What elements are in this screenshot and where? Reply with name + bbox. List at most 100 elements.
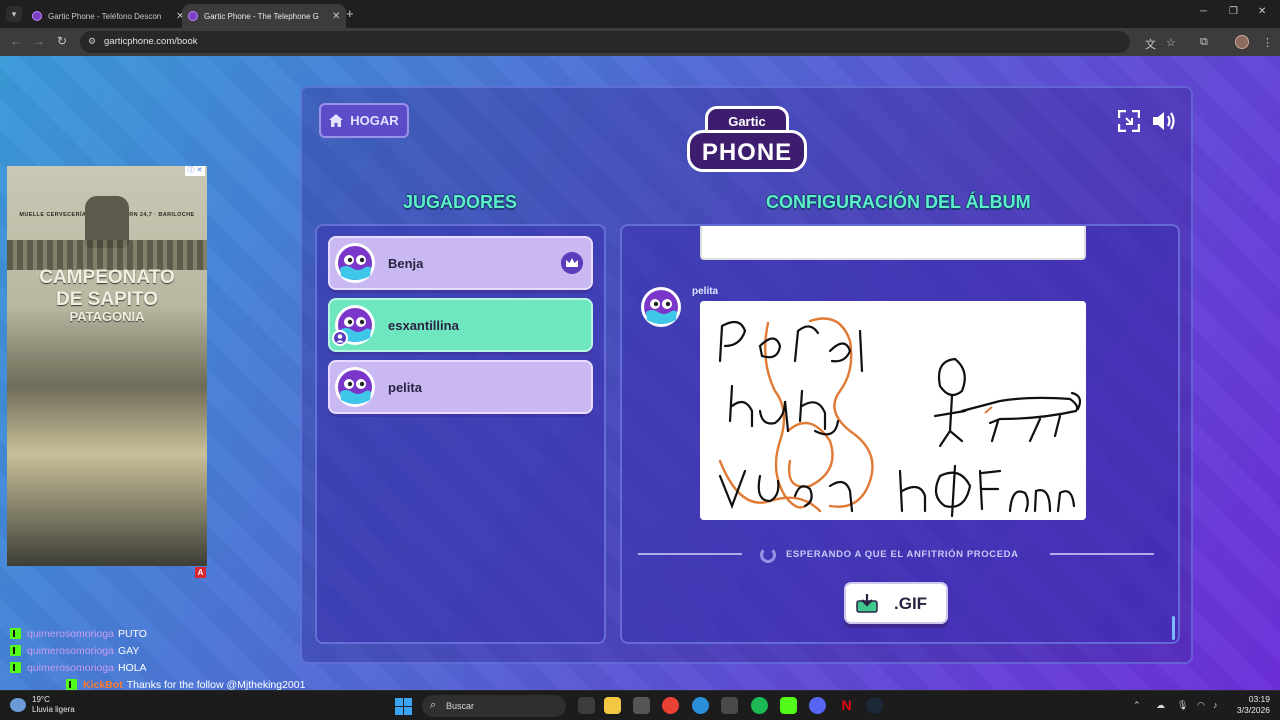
- close-tab-icon[interactable]: ✕: [332, 11, 340, 22]
- clock-date: 3/3/2026: [1236, 705, 1270, 715]
- ad-brand-icon: A: [195, 567, 206, 578]
- site-info-icon[interactable]: ⚙: [88, 36, 98, 46]
- tray-overflow-icon[interactable]: ⌃: [1133, 700, 1141, 711]
- host-crown-icon: [561, 252, 583, 274]
- kick-app-icon[interactable]: [780, 697, 797, 714]
- profile-avatar[interactable]: [1235, 35, 1249, 49]
- tab-title: Gartic Phone - Teléfono Descon: [48, 11, 162, 21]
- network-tray-icon[interactable]: ☁: [1156, 700, 1165, 711]
- ad-choices-icon[interactable]: ⓘ ✕: [185, 166, 205, 176]
- chat-message: quimerosomorioga GAY: [10, 642, 330, 659]
- player-name: pelita: [388, 380, 422, 395]
- edge-icon[interactable]: [692, 697, 709, 714]
- home-button[interactable]: HOGAR: [319, 103, 409, 138]
- player-card-pelita[interactable]: pelita: [328, 360, 593, 414]
- clock-time: 03:19: [1248, 694, 1270, 704]
- player-name: esxantillina: [388, 318, 459, 333]
- logo-text-top: Gartic: [728, 114, 766, 129]
- loading-spinner-icon: [760, 547, 776, 563]
- store-icon[interactable]: [721, 697, 738, 714]
- player-card-benja[interactable]: Benja: [328, 236, 593, 290]
- taskbar-search[interactable]: ⌕ Buscar: [422, 695, 566, 717]
- system-clock[interactable]: 03:19 3/3/2026: [1230, 694, 1270, 716]
- player-card-esxantillina[interactable]: esxantillina: [328, 298, 593, 352]
- home-label: HOGAR: [350, 113, 399, 128]
- logo-text-bottom: PHONE: [701, 139, 793, 166]
- temperature: 19°C: [32, 695, 50, 704]
- browser-tab-2[interactable]: Gartic Phone - The Telephone G ✕: [182, 4, 347, 28]
- translate-icon[interactable]: 文: [1145, 36, 1156, 52]
- forward-icon[interactable]: →: [33, 34, 45, 48]
- waiting-status-text: ESPERANDO A QUE EL ANFITRIÓN PROCEDA: [786, 549, 1019, 560]
- drawer-avatar-icon: [641, 287, 681, 327]
- restore-icon[interactable]: ❐: [1229, 6, 1238, 17]
- bookmark-star-icon[interactable]: ☆: [1166, 36, 1176, 49]
- album-drawing: [700, 301, 1086, 520]
- spotify-icon[interactable]: [751, 697, 768, 714]
- wifi-icon[interactable]: ◠: [1197, 700, 1205, 711]
- volume-icon[interactable]: ♪: [1213, 700, 1218, 710]
- close-window-icon[interactable]: ✕: [1258, 6, 1266, 17]
- tab-title: Gartic Phone - The Telephone G: [204, 11, 319, 21]
- home-icon: [329, 114, 344, 127]
- reload-icon[interactable]: ↻: [57, 34, 67, 48]
- chat-username: quimerosomorioga: [27, 661, 114, 674]
- album-title: CONFIGURACIÓN DEL ÁLBUM: [766, 192, 1031, 212]
- file-explorer-icon[interactable]: [604, 697, 621, 714]
- task-view-icon[interactable]: [578, 697, 595, 714]
- chat-text: GAY: [117, 644, 140, 657]
- netflix-icon[interactable]: N: [838, 697, 855, 714]
- discord-icon[interactable]: [809, 697, 826, 714]
- previous-album-card: [700, 226, 1086, 260]
- download-icon: [856, 594, 878, 613]
- browser-tabstrip: ▾ Gartic Phone - Teléfono Descon ✕ Garti…: [0, 0, 1280, 28]
- url-text: garticphone.com/book: [104, 36, 198, 47]
- kick-icon: [10, 645, 21, 656]
- chat-username: quimerosomorioga: [27, 644, 114, 657]
- kick-icon: [10, 628, 21, 639]
- minimize-icon[interactable]: ─: [1200, 6, 1207, 17]
- chat-text: PUTO: [117, 627, 147, 640]
- advertisement-banner[interactable]: MUELLE CERVECERÍA PATAGONIA · RN 24,7 · …: [7, 166, 207, 566]
- tab-search-icon[interactable]: ▾: [6, 6, 22, 22]
- search-icon: ⌕: [430, 699, 437, 711]
- gartic-favicon-icon: [32, 11, 42, 21]
- players-title: JUGADORES: [403, 192, 518, 212]
- windows-start-icon[interactable]: [395, 698, 412, 715]
- chat-message: quimerosomorioga PUTO: [10, 625, 330, 642]
- chrome-icon[interactable]: [662, 697, 679, 714]
- gartic-phone-logo: Gartic PHONE: [685, 104, 809, 176]
- ad-title-line2: DE SAPITO: [55, 289, 159, 310]
- chat-username: quimerosomorioga: [27, 627, 114, 640]
- extensions-icon[interactable]: ⧉: [1200, 36, 1208, 49]
- album-panel[interactable]: pelita: [620, 224, 1180, 644]
- microphone-icon[interactable]: 🎙: [1177, 700, 1188, 711]
- address-bar[interactable]: ⚙ garticphone.com/book: [80, 31, 1130, 53]
- chat-text: HOLA: [117, 661, 147, 674]
- stream-chat: quimerosomorioga PUTO quimerosomorioga G…: [10, 625, 330, 693]
- browser-tab-1[interactable]: Gartic Phone - Teléfono Descon ✕: [26, 4, 190, 28]
- album-scrollbar[interactable]: [1172, 616, 1175, 640]
- weather-condition: Lluvia ligera: [32, 705, 75, 714]
- new-tab-icon[interactable]: +: [346, 6, 354, 21]
- app-icon[interactable]: [633, 697, 650, 714]
- weather-widget[interactable]: 19°C Lluvia ligera: [10, 695, 75, 715]
- chat-text: Thanks for the follow @Mjtheking2001: [126, 678, 306, 691]
- sound-icon[interactable]: [1152, 110, 1178, 132]
- weather-icon: [10, 698, 26, 712]
- player-avatar-icon: [335, 243, 375, 283]
- kick-icon: [66, 679, 77, 690]
- player-name: Benja: [388, 256, 424, 271]
- browser-menu-icon[interactable]: ⋮: [1262, 36, 1273, 49]
- chat-message: quimerosomorioga HOLA: [10, 659, 330, 676]
- ad-title-line3: PATAGONIA: [69, 309, 145, 324]
- ad-forest-image: [7, 240, 207, 270]
- back-icon[interactable]: ←: [10, 34, 22, 48]
- kick-icon: [10, 662, 21, 673]
- gif-label: .GIF: [894, 594, 928, 613]
- download-gif-button[interactable]: .GIF: [844, 582, 948, 624]
- gartic-favicon-icon: [188, 11, 198, 21]
- steam-icon[interactable]: [866, 697, 883, 714]
- current-user-icon: [332, 330, 348, 346]
- fullscreen-icon[interactable]: [1118, 110, 1140, 132]
